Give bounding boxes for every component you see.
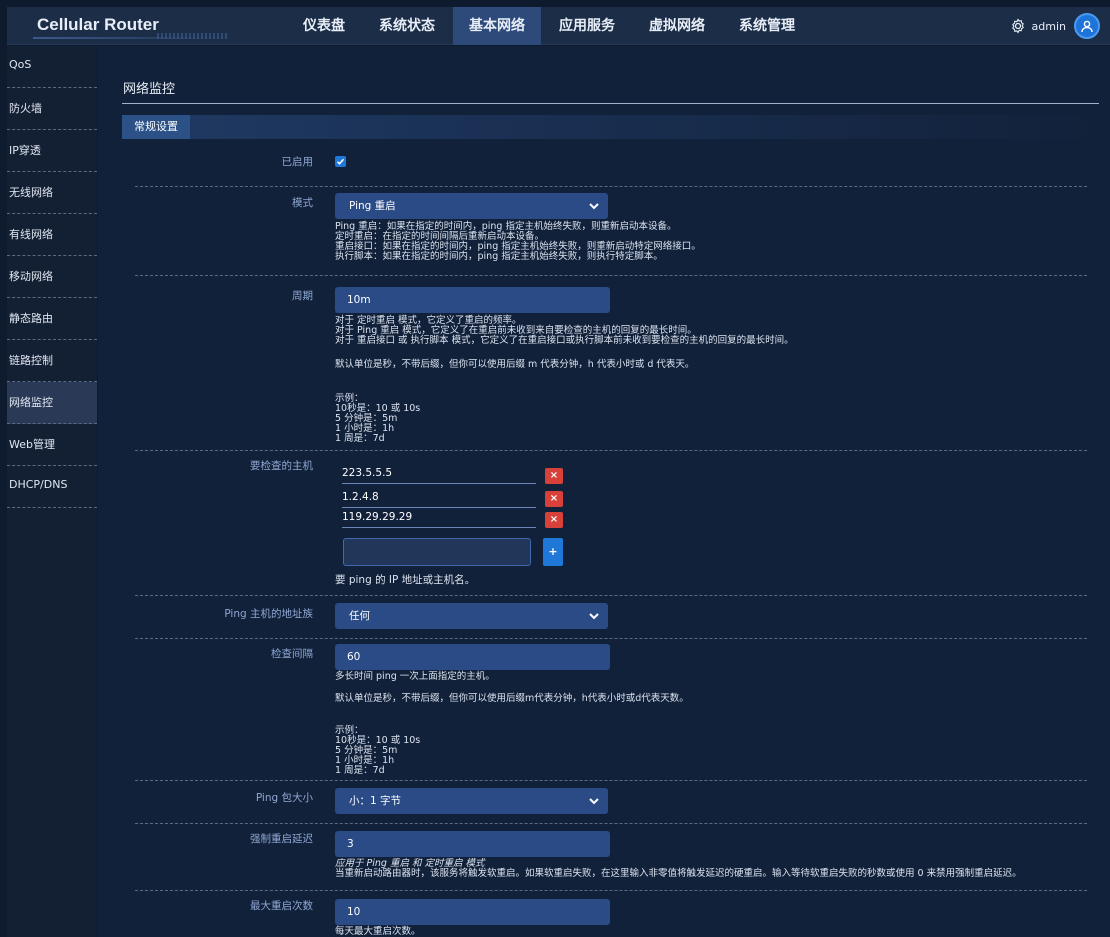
family-select[interactable]: 任何: [335, 603, 608, 629]
top-bar: Cellular Router 仪表盘 系统状态 基本网络 应用服务 虚拟网络 …: [7, 7, 1110, 45]
forcedelay-description: 应用于 Ping 重启 和 定时重启 模式 当重新启动路由器时，该服务将触发软重启…: [335, 859, 1022, 879]
desc-line: [335, 704, 689, 714]
mode-description: Ping 重启：如果在指定的时间内，ping 指定主机始终失败，则重新启动本设备…: [335, 222, 701, 262]
desc-line: 1 小时是：1h: [335, 423, 395, 434]
hosts-hint: 要 ping 的 IP 地址或主机名。: [335, 574, 476, 586]
desc-line: 当重新启动路由器时，该服务将触发软重启。如果软重启失败，在这里输入非零值将触发延…: [335, 868, 1022, 879]
host-entry[interactable]: 119.29.29.29: [342, 508, 536, 528]
divider: [135, 450, 1087, 451]
mode-label: 模式: [292, 197, 313, 209]
maxreboot-label: 最大重启次数: [250, 900, 313, 912]
divider: [135, 780, 1087, 781]
desc-line: 对于 重启接口 或 执行脚本 模式，它定义了在重启接口或执行脚本前未收到要检查的…: [335, 335, 794, 346]
sidebar-item-web-management[interactable]: Web管理: [7, 424, 97, 466]
host-entry[interactable]: 223.5.5.5: [342, 464, 536, 484]
maxreboot-description: 每天最大重启次数。: [335, 926, 421, 937]
chevron-down-icon: [589, 203, 599, 210]
username[interactable]: admin: [1032, 20, 1066, 33]
desc-line: 默认单位是秒，不带后缀，但你可以使用后缀m代表分钟，h代表小时或d代表天数。: [335, 693, 689, 704]
user-area: admin: [1010, 12, 1100, 40]
gear-icon[interactable]: [1010, 18, 1026, 34]
tab-strip: 常规设置: [122, 115, 1099, 139]
delete-host-button[interactable]: ×: [545, 491, 563, 507]
nav-system-status[interactable]: 系统状态: [363, 7, 451, 45]
enabled-checkbox[interactable]: [335, 156, 346, 167]
title-divider: [122, 103, 1099, 104]
chevron-down-icon: [589, 613, 599, 620]
main-panel: 网络监控 常规设置 已启用 模式 Ping 重启 Ping 重启：如果在指定的时…: [98, 46, 1110, 937]
sidebar-item-mobile[interactable]: 移动网络: [7, 256, 97, 298]
new-host-input[interactable]: [343, 538, 531, 566]
divider: [135, 890, 1087, 891]
forcedelay-label: 强制重启延迟: [250, 833, 313, 845]
sidebar-item-ip-passthrough[interactable]: IP穿透: [7, 130, 97, 172]
desc-line: [335, 370, 794, 380]
desc-line: 1 周是：7d: [335, 765, 385, 776]
brand-decoration: [157, 33, 227, 39]
family-label: Ping 主机的地址族: [224, 608, 313, 620]
tab-general-settings[interactable]: 常规设置: [122, 115, 190, 139]
desc-line: 1 周是：7d: [335, 433, 385, 444]
brand-logo[interactable]: Cellular Router: [37, 15, 159, 35]
mode-value: Ping 重启: [349, 200, 396, 212]
period-input[interactable]: 10m: [335, 287, 610, 313]
sidebar: QoS 防火墙 IP穿透 无线网络 有线网络 移动网络 静态路由 链路控制 网络…: [7, 46, 97, 937]
add-host-button[interactable]: +: [543, 538, 563, 566]
family-value: 任何: [349, 610, 370, 622]
desc-line: 1 小时是：1h: [335, 755, 395, 766]
checkmark-icon: [336, 158, 345, 165]
nav-dashboard[interactable]: 仪表盘: [287, 7, 361, 45]
forcedelay-input[interactable]: 3: [335, 831, 610, 857]
desc-line: 5 分钟是：5m: [335, 413, 398, 424]
main-nav: 仪表盘 系统状态 基本网络 应用服务 虚拟网络 系统管理: [287, 7, 813, 45]
mode-select[interactable]: Ping 重启: [335, 193, 608, 219]
divider: [135, 638, 1087, 639]
sidebar-item-static-route[interactable]: 静态路由: [7, 298, 97, 340]
nav-virtual-network[interactable]: 虚拟网络: [633, 7, 721, 45]
pingsize-label: Ping 包大小: [255, 792, 313, 804]
host-entry[interactable]: 1.2.4.8: [342, 488, 536, 508]
divider: [135, 823, 1087, 824]
sidebar-item-firewall[interactable]: 防火墙: [7, 88, 97, 130]
delete-host-button[interactable]: ×: [545, 468, 563, 484]
avatar[interactable]: [1074, 13, 1100, 39]
nav-system-management[interactable]: 系统管理: [723, 7, 811, 45]
desc-line: [335, 380, 794, 390]
sidebar-item-wireless[interactable]: 无线网络: [7, 172, 97, 214]
user-icon: [1081, 20, 1093, 33]
pingsize-select[interactable]: 小：1 字节: [335, 788, 608, 814]
pingsize-value: 小：1 字节: [349, 795, 402, 807]
divider: [135, 275, 1087, 276]
maxreboot-input[interactable]: 10: [335, 899, 610, 925]
desc-line: 执行脚本：如果在指定的时间内，ping 指定主机始终失败，则执行特定脚本。: [335, 251, 663, 262]
nav-app-services[interactable]: 应用服务: [543, 7, 631, 45]
interval-label: 检查间隔: [271, 648, 313, 660]
interval-description: 多长时间 ping 一次上面指定的主机。 默认单位是秒，不带后缀，但你可以使用后…: [335, 672, 689, 776]
interval-input[interactable]: 60: [335, 644, 610, 670]
divider: [135, 595, 1087, 596]
desc-line: [335, 346, 794, 356]
sidebar-item-wired[interactable]: 有线网络: [7, 214, 97, 256]
sidebar-item-network-monitor[interactable]: 网络监控: [7, 382, 97, 424]
enabled-label: 已启用: [281, 156, 314, 168]
period-description: 对于 定时重启 模式，它定义了重启的频率。 对于 Ping 重启 模式，它定义了在…: [335, 316, 794, 444]
desc-line: [335, 682, 689, 692]
delete-host-button[interactable]: ×: [545, 512, 563, 528]
sidebar-item-dhcp-dns[interactable]: DHCP/DNS: [7, 466, 97, 508]
sidebar-item-link-control[interactable]: 链路控制: [7, 340, 97, 382]
nav-basic-network[interactable]: 基本网络: [453, 7, 541, 45]
sidebar-item-qos[interactable]: QoS: [7, 46, 97, 88]
desc-line: 默认单位是秒，不带后缀，但你可以使用后缀 m 代表分钟，h 代表小时或 d 代表…: [335, 359, 695, 370]
desc-line: [335, 714, 689, 724]
page-title: 网络监控: [123, 82, 176, 97]
hosts-label: 要检查的主机: [250, 460, 313, 472]
period-label: 周期: [292, 290, 313, 302]
desc-line: 10秒是：10 或 10s: [335, 403, 421, 414]
desc-line: 多长时间 ping 一次上面指定的主机。: [335, 671, 495, 682]
divider: [135, 186, 1087, 187]
chevron-down-icon: [589, 798, 599, 805]
